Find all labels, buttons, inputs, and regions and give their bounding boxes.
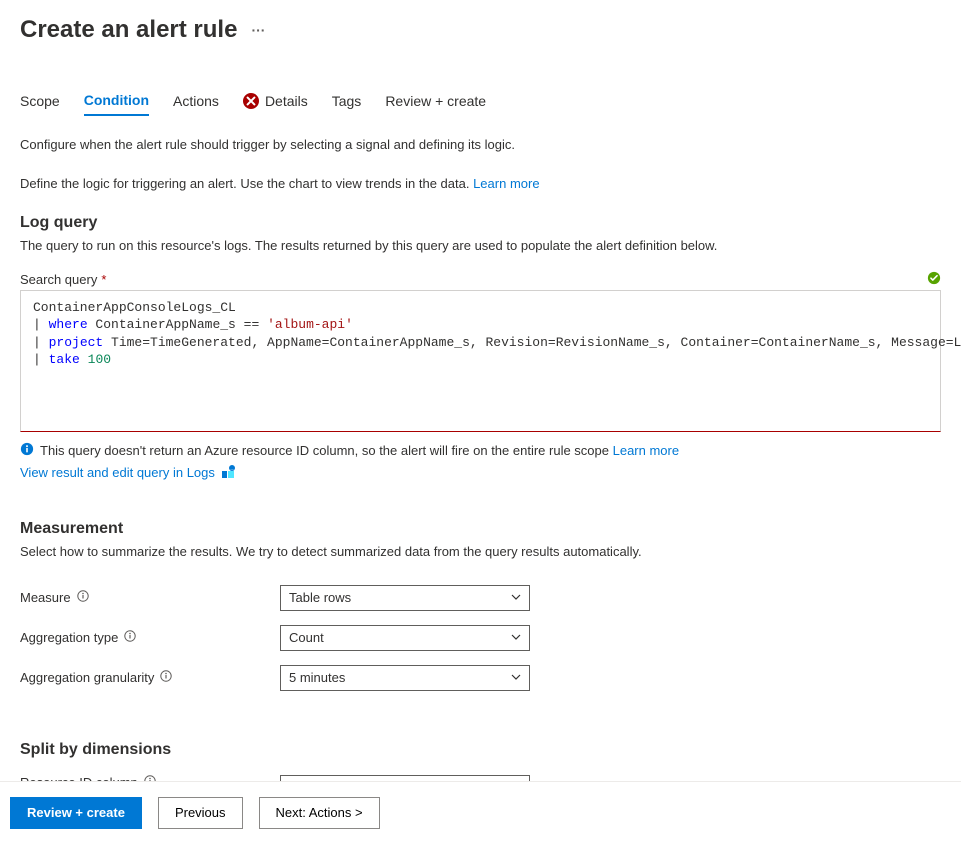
measurement-heading: Measurement — [20, 520, 941, 538]
svg-text:...: ... — [230, 466, 233, 471]
measure-label: Measure — [20, 590, 280, 605]
learn-more-link[interactable]: Learn more — [473, 176, 539, 191]
chevron-down-icon — [511, 630, 521, 645]
aggregation-granularity-label: Aggregation granularity — [20, 670, 280, 685]
chevron-down-icon — [511, 590, 521, 605]
aggregation-type-select[interactable]: Count — [280, 625, 530, 651]
info-circle-icon[interactable] — [124, 630, 136, 645]
footer-actions: Review + create Previous Next: Actions > — [0, 781, 961, 843]
search-query-label: Search query* — [20, 272, 106, 287]
query-info-learn-more[interactable]: Learn more — [613, 443, 679, 458]
review-create-button[interactable]: Review + create — [10, 797, 142, 829]
required-star-icon: * — [101, 272, 106, 287]
split-dimensions-heading: Split by dimensions — [20, 741, 941, 759]
info-icon — [20, 442, 34, 459]
aggregation-granularity-select[interactable]: 5 minutes — [280, 665, 530, 691]
tab-tags[interactable]: Tags — [332, 92, 362, 116]
error-badge-icon — [243, 93, 259, 109]
page-title: Create an alert rule ··· — [20, 16, 941, 44]
log-query-heading: Log query — [20, 214, 941, 232]
tabs: Scope Condition Actions Details Tags Rev… — [20, 92, 941, 116]
configure-description: Configure when the alert rule should tri… — [20, 136, 941, 155]
info-circle-icon[interactable] — [77, 590, 89, 605]
aggregation-type-label: Aggregation type — [20, 630, 280, 645]
define-description: Define the logic for triggering an alert… — [20, 175, 941, 194]
previous-button[interactable]: Previous — [158, 797, 243, 829]
view-edit-query-link[interactable]: View result and edit query in Logs — [20, 465, 215, 480]
chevron-down-icon — [511, 670, 521, 685]
measurement-description: Select how to summarize the results. We … — [20, 544, 941, 559]
measure-select[interactable]: Table rows — [280, 585, 530, 611]
more-icon[interactable]: ··· — [251, 22, 265, 38]
tab-review-create[interactable]: Review + create — [385, 92, 486, 116]
tab-actions[interactable]: Actions — [173, 92, 219, 116]
query-info-text: This query doesn't return an Azure resou… — [40, 443, 679, 458]
success-check-icon — [927, 271, 941, 288]
log-query-description: The query to run on this resource's logs… — [20, 238, 941, 253]
tab-condition[interactable]: Condition — [84, 92, 149, 116]
tab-scope[interactable]: Scope — [20, 92, 60, 116]
next-actions-button[interactable]: Next: Actions > — [259, 797, 380, 829]
info-circle-icon[interactable] — [160, 670, 172, 685]
logs-preview-icon: ... — [221, 465, 235, 479]
search-query-editor[interactable]: ContainerAppConsoleLogs_CL | where Conta… — [20, 290, 941, 432]
tab-details[interactable]: Details — [243, 92, 308, 116]
